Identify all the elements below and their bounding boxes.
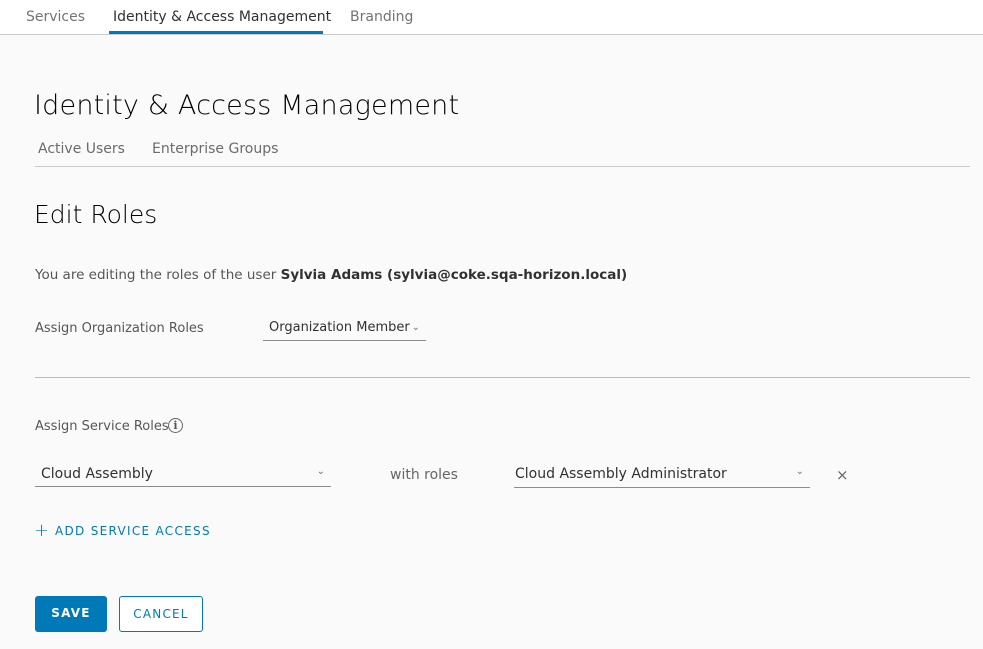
tab-branding[interactable]: Branding [350,9,413,25]
info-icon[interactable]: i [168,418,183,433]
intro-text: You are editing the roles of the user Sy… [35,267,627,283]
role-select[interactable]: Cloud Assembly Administrator ⌄ [514,466,810,488]
section-title: Edit Roles [34,200,158,229]
role-value: Cloud Assembly Administrator [515,466,727,482]
with-roles-label: with roles [390,467,458,483]
subtab-enterprise-groups[interactable]: Enterprise Groups [152,141,278,157]
chevron-down-icon: ⌄ [316,466,325,477]
intro-label: You are editing the roles of the user [35,267,281,283]
active-tab-indicator [109,31,323,34]
tab-identity-access-management[interactable]: Identity & Access Management [113,9,331,25]
org-role-select[interactable]: Organization Member ⌄ [263,320,426,341]
plus-icon[interactable]: + [34,520,49,541]
org-role-value: Organization Member [269,320,410,335]
chevron-down-icon: ⌄ [411,322,420,333]
user-name: Sylvia Adams (sylvia@coke.sqa-horizon.lo… [280,267,628,283]
org-roles-label: Assign Organization Roles [35,321,204,336]
service-roles-label: Assign Service Roles [35,419,169,434]
divider [35,166,970,167]
tab-services[interactable]: Services [26,9,85,25]
service-value: Cloud Assembly [41,466,153,482]
cancel-button[interactable]: CANCEL [119,596,203,632]
add-service-access-button[interactable]: ADD SERVICE ACCESS [55,524,211,538]
service-select[interactable]: Cloud Assembly ⌄ [35,466,331,487]
divider [35,377,970,378]
close-icon[interactable]: × [836,466,849,484]
chevron-down-icon: ⌄ [795,466,804,477]
save-button[interactable]: SAVE [35,596,107,632]
subtab-active-users[interactable]: Active Users [38,141,125,157]
page-title: Identity & Access Management [34,90,460,121]
